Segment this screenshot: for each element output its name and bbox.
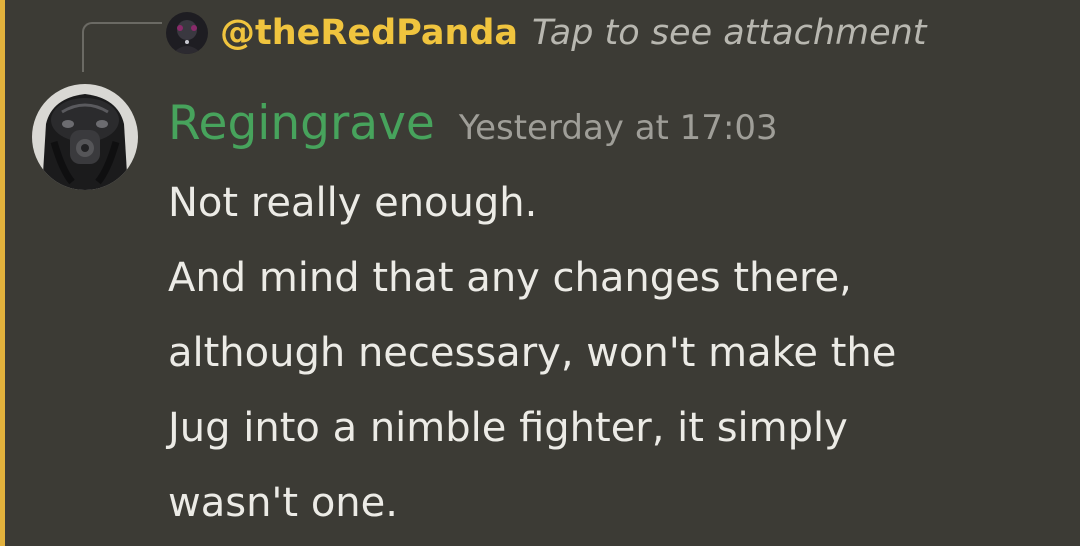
reply-connector-line xyxy=(82,22,162,72)
mention-highlight-bar xyxy=(0,0,5,546)
message-line: wasn't one. xyxy=(168,480,398,526)
message-timestamp: Yesterday at 17:03 xyxy=(458,108,778,148)
message-line: And mind that any changes there, xyxy=(168,255,852,301)
reply-avatar[interactable] xyxy=(166,12,208,54)
reply-attachment-link[interactable]: Tap to see attachment xyxy=(532,13,927,53)
author-username[interactable]: Regingrave xyxy=(168,96,435,151)
message-line: Jug into a nimble fighter, it simply xyxy=(168,405,848,451)
message-header: Regingrave Yesterday at 17:03 xyxy=(168,96,778,162)
message-line: Not really enough. xyxy=(168,180,538,226)
reply-username[interactable]: @theRedPanda xyxy=(220,13,518,53)
reply-reference[interactable]: @theRedPanda Tap to see attachment xyxy=(166,8,927,58)
message-line: although necessary, won't make the xyxy=(168,330,897,376)
message-content: Not really enough. And mind that any cha… xyxy=(168,166,1048,541)
author-avatar[interactable] xyxy=(32,84,138,190)
